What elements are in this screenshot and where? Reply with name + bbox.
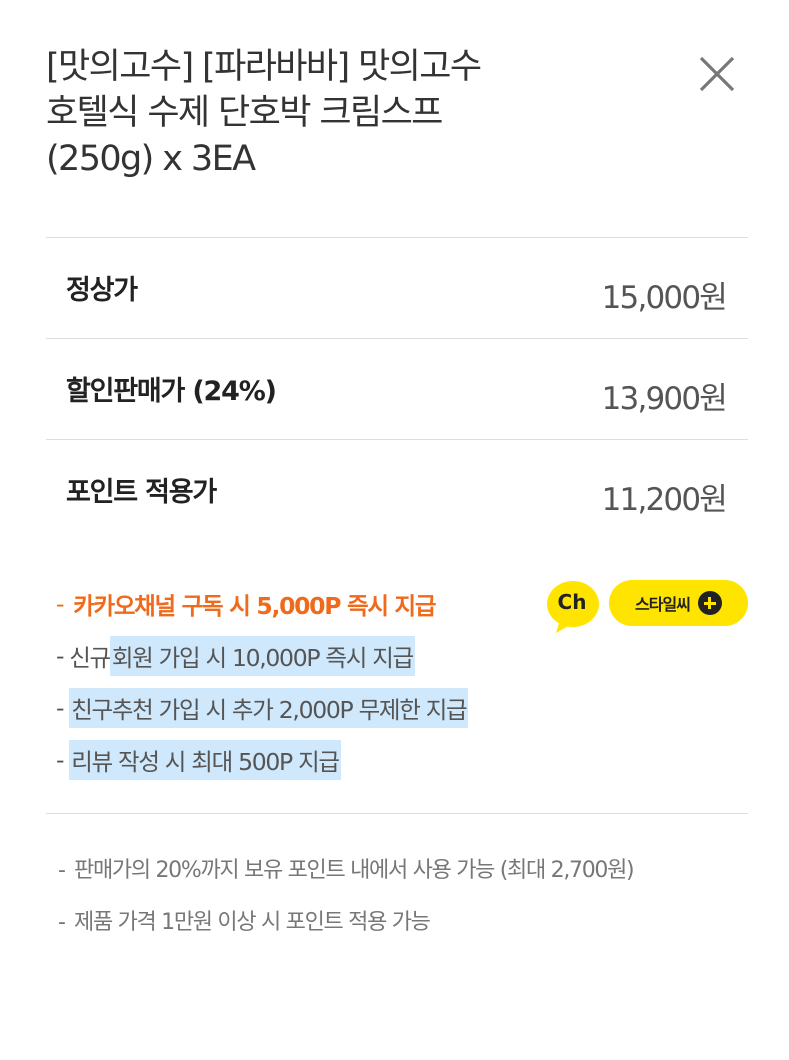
channel-label: Ch xyxy=(557,590,587,614)
price-label: 포인트 적용가 xyxy=(66,477,217,508)
price-table: 정상가 15,000원 할인판매가 (24%) 13,900원 포인트 적용가 … xyxy=(46,237,748,540)
bullet-dash: - xyxy=(56,642,65,670)
point-notes: - 판매가의 20%까지 보유 포인트 내에서 사용 가능 (최대 2,700원… xyxy=(58,852,738,956)
price-value: 11,200원 xyxy=(601,482,728,518)
bullet-dash: - xyxy=(58,910,66,935)
benefit-referral-text: 친구추천 가입 시 추가 2,000P 무제한 지급 xyxy=(69,688,469,728)
benefit-kakao: - 카카오채널 구독 시 5,000P 즉시 지급 Ch 스타일씨 xyxy=(56,578,756,633)
product-title-line-3: (250g) x 3EA xyxy=(46,139,256,179)
benefit-review-text: 리뷰 작성 시 최대 500P 지급 xyxy=(69,740,341,780)
note-text: 제품 가격 1만원 이상 시 포인트 적용 가능 xyxy=(74,910,431,935)
bullet-dash: - xyxy=(58,858,66,883)
style-channel-add-button[interactable]: 스타일씨 xyxy=(609,580,748,626)
price-row-point: 포인트 적용가 11,200원 xyxy=(46,439,748,540)
product-title-line-2: 호텔식 수제 단호박 크림스프 xyxy=(46,93,443,133)
product-title: [맛의고수] [파라바바] 맛의고수 호텔식 수제 단호박 크림스프 (250g… xyxy=(46,44,646,182)
bullet-dash: - xyxy=(56,746,65,774)
note-item: - 판매가의 20%까지 보유 포인트 내에서 사용 가능 (최대 2,700원… xyxy=(58,852,738,890)
kakao-channel-icon[interactable]: Ch xyxy=(546,580,602,633)
benefit-signup-text: 회원 가입 시 10,000P 즉시 지급 xyxy=(109,636,415,676)
benefit-kakao-text: 카카오채널 구독 시 5,000P 즉시 지급 xyxy=(73,592,436,620)
note-text: 판매가의 20%까지 보유 포인트 내에서 사용 가능 (최대 2,700원) xyxy=(74,858,635,883)
price-value: 15,000원 xyxy=(601,280,728,316)
close-button[interactable] xyxy=(697,54,737,94)
style-button-label: 스타일씨 xyxy=(635,595,691,614)
bullet-dash: - xyxy=(56,694,65,722)
price-value: 13,900원 xyxy=(601,381,728,417)
price-label: 할인판매가 (24%) xyxy=(66,376,277,407)
benefit-review: - 리뷰 작성 시 최대 500P 지급 xyxy=(56,734,756,786)
section-divider xyxy=(46,813,748,814)
note-item: - 제품 가격 1만원 이상 시 포인트 적용 가능 xyxy=(58,904,738,942)
benefit-list: - 카카오채널 구독 시 5,000P 즉시 지급 Ch 스타일씨 - 신규 회원… xyxy=(56,578,756,786)
benefit-signup: - 신규 회원 가입 시 10,000P 즉시 지급 xyxy=(56,630,756,682)
price-label: 정상가 xyxy=(66,275,138,306)
bullet-dash: - xyxy=(56,590,65,618)
plus-circle-icon xyxy=(697,591,722,615)
close-icon xyxy=(699,56,735,92)
price-row-regular: 정상가 15,000원 xyxy=(46,237,748,338)
benefit-referral: - 친구추천 가입 시 추가 2,000P 무제한 지급 xyxy=(56,682,756,734)
price-row-discount: 할인판매가 (24%) 13,900원 xyxy=(46,338,748,439)
product-title-line-1: [맛의고수] [파라바바] 맛의고수 xyxy=(46,47,482,87)
benefit-signup-prefix: 신규 xyxy=(69,644,111,672)
